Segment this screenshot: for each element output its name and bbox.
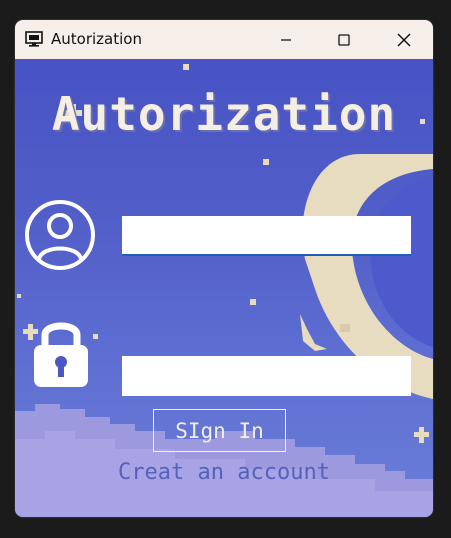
password-input[interactable]: [122, 356, 411, 396]
close-button[interactable]: [375, 20, 433, 59]
create-account-link[interactable]: Creat an account: [15, 460, 433, 485]
lock-icon: [34, 322, 88, 387]
minimize-icon: [281, 38, 291, 41]
maximize-button[interactable]: [315, 20, 373, 59]
page-title: Autorization: [51, 87, 397, 141]
auth-window: Autorization Autorization SIgn In Creat …: [15, 20, 433, 517]
maximize-icon: [338, 33, 350, 46]
login-input[interactable]: [122, 216, 411, 256]
monitor-icon: [25, 31, 43, 47]
close-icon: [397, 33, 411, 46]
user-icon: [25, 200, 95, 270]
auth-content: Autorization SIgn In Creat an account: [15, 59, 433, 517]
title-bar[interactable]: Autorization: [15, 20, 433, 59]
sign-in-button[interactable]: SIgn In: [153, 409, 286, 452]
minimize-button[interactable]: [257, 20, 315, 59]
window-title: Autorization: [51, 30, 142, 48]
